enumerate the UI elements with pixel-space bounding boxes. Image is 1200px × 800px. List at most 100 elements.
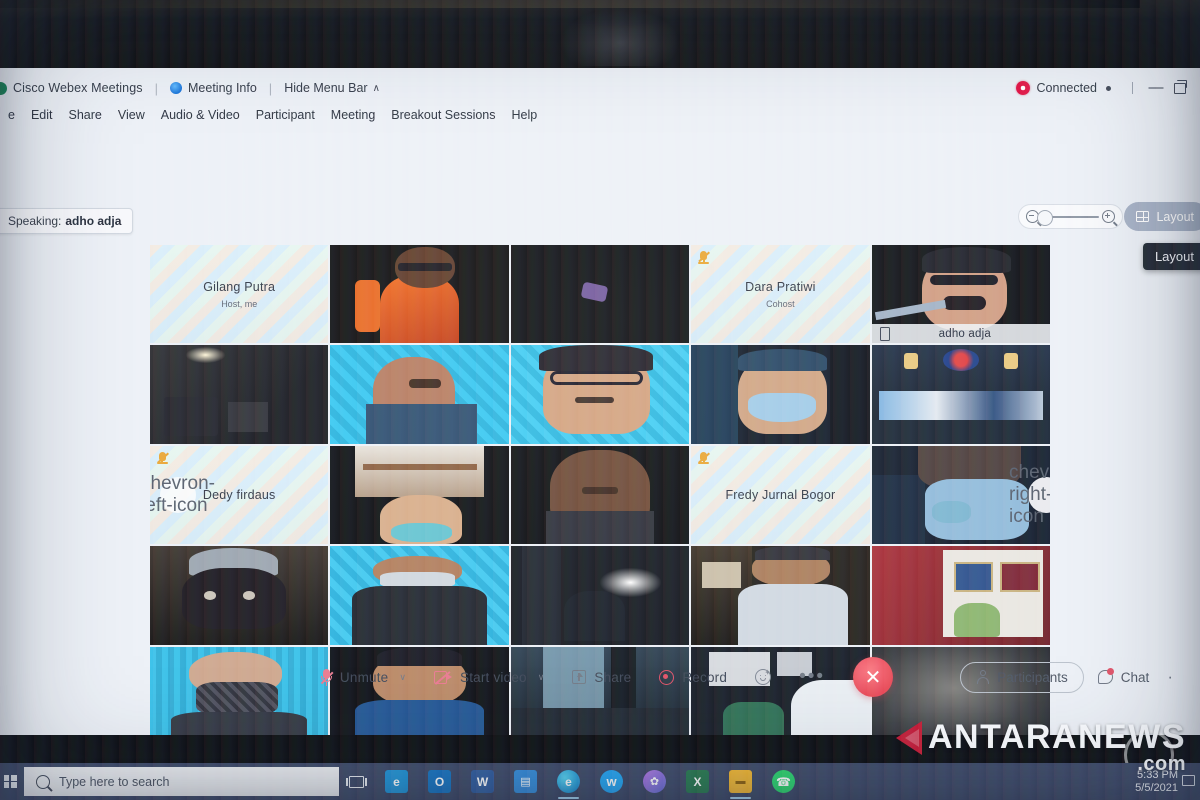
- menu-item-audio-video[interactable]: Audio & Video: [153, 108, 248, 122]
- zoom-in-icon[interactable]: [1102, 210, 1115, 223]
- windows-search-box[interactable]: Type here to search: [24, 767, 339, 796]
- share-button[interactable]: Share: [558, 663, 645, 692]
- hide-menu-bar-button[interactable]: Hide Menu Bar: [284, 81, 367, 95]
- taskbar-app-twitter[interactable]: w: [590, 763, 633, 800]
- muted-mic-icon: [698, 251, 710, 264]
- layout-button[interactable]: Layout: [1124, 202, 1200, 231]
- menu-item-view[interactable]: View: [110, 108, 153, 122]
- taskbar-app-paint-3d[interactable]: ✿: [633, 763, 676, 800]
- chevron-up-icon[interactable]: ∧: [373, 83, 380, 94]
- panel-more-options-button[interactable]: ·: [1167, 667, 1174, 687]
- speaking-label: Speaking:: [8, 214, 62, 228]
- app-title: Cisco Webex Meetings: [13, 81, 143, 95]
- taskbar-app-whatsapp[interactable]: ☎: [762, 763, 805, 800]
- title-divider-2: |: [268, 80, 273, 96]
- taskbar-app-microsoft-edge[interactable]: e: [547, 763, 590, 800]
- video-tile[interactable]: [330, 245, 509, 344]
- taskbar-clock[interactable]: 5:33 PM 5/5/2021: [1135, 763, 1178, 800]
- unmute-button[interactable]: Unmute ∨: [307, 662, 420, 693]
- restore-window-button[interactable]: [1168, 78, 1192, 98]
- video-tile[interactable]: [871, 345, 1050, 444]
- menu-item-participant[interactable]: Participant: [248, 108, 323, 122]
- video-tile[interactable]: [691, 345, 870, 444]
- menu-item-edit[interactable]: Edit: [23, 108, 61, 122]
- record-button[interactable]: Record: [645, 663, 741, 692]
- zoom-slider-control[interactable]: [1018, 204, 1123, 229]
- video-tile[interactable]: [691, 546, 870, 645]
- end-meeting-button[interactable]: ✕: [853, 657, 894, 697]
- zoom-slider-track[interactable]: [1037, 209, 1099, 226]
- recording-status-icon: [1015, 81, 1030, 95]
- tile-name-bar: adho adja: [871, 324, 1050, 344]
- participants-button[interactable]: Participants: [960, 661, 1084, 693]
- participant-name: Gilang Putra: [203, 279, 276, 294]
- chat-notification-badge: [1106, 668, 1114, 675]
- video-tile-dara-pratiwi[interactable]: Dara Pratiwi Cohost: [691, 245, 870, 344]
- video-tile[interactable]: [510, 445, 690, 545]
- panel-controls: Participants Chat ·: [960, 651, 1174, 703]
- video-tile-adho-adja[interactable]: adho adja: [871, 245, 1050, 344]
- chat-button[interactable]: Chat: [1088, 663, 1160, 692]
- participant-role: Host, me: [221, 298, 258, 309]
- task-view-icon: [345, 775, 367, 788]
- screen-glare: [560, 8, 680, 66]
- video-options-chevron-down-icon[interactable]: ∨: [538, 672, 545, 683]
- taskbar-app-excel[interactable]: X: [676, 763, 719, 800]
- search-input[interactable]: Type here to search: [59, 775, 169, 789]
- previous-page-button[interactable]: chevron-left-icon: [150, 473, 215, 516]
- taskbar-app-news[interactable]: ▤: [504, 763, 547, 800]
- clock-time: 5:33 PM: [1137, 768, 1178, 781]
- start-video-button[interactable]: Start video ∨: [420, 663, 558, 692]
- video-tile[interactable]: [510, 345, 690, 444]
- video-tile-gilang-putra[interactable]: Gilang Putra Host, me: [150, 245, 329, 344]
- active-speaker-indicator: Speaking: adho adja: [0, 208, 134, 234]
- video-tile[interactable]: chevron-right-icon: [871, 445, 1050, 545]
- menu-item-help[interactable]: Help: [504, 108, 546, 122]
- menu-item-share[interactable]: Share: [61, 108, 110, 122]
- chat-bubble-icon: [1097, 668, 1114, 684]
- video-tile[interactable]: [150, 345, 329, 444]
- meeting-info-button[interactable]: Meeting Info: [188, 81, 257, 95]
- taskbar-app-internet-explorer[interactable]: e: [375, 763, 418, 800]
- paint-3d-icon: ✿: [643, 770, 666, 793]
- video-tile[interactable]: [510, 546, 690, 645]
- microsoft-edge-icon: e: [557, 770, 580, 793]
- video-tile[interactable]: [150, 546, 329, 645]
- video-tile[interactable]: [510, 245, 690, 344]
- menu-item-breakout-sessions[interactable]: Breakout Sessions: [383, 108, 503, 122]
- participant-role: Cohost: [766, 298, 795, 309]
- video-tile[interactable]: [330, 546, 509, 645]
- next-page-button[interactable]: chevron-right-icon: [1009, 462, 1050, 527]
- menu-item-file[interactable]: e: [0, 108, 23, 122]
- windows-start-icon: [3, 775, 17, 788]
- video-tile-fredy-jurnal-bogor[interactable]: Fredy Jurnal Bogor: [691, 445, 870, 545]
- chat-label: Chat: [1120, 669, 1150, 685]
- zoom-slider-handle[interactable]: [1037, 209, 1053, 226]
- participants-label: Participants: [997, 669, 1068, 685]
- action-center-icon[interactable]: [1182, 775, 1195, 786]
- info-circle-icon: [170, 82, 182, 94]
- windows-start-button[interactable]: [0, 763, 20, 800]
- windows-taskbar: Type here to search e O W ▤ e w ✿ X ▬ ☎ …: [0, 763, 1200, 800]
- task-view-button[interactable]: [339, 763, 373, 800]
- webex-logo-icon: [0, 81, 7, 95]
- video-tile[interactable]: [871, 546, 1050, 645]
- grid-layout-icon: [1136, 211, 1150, 222]
- taskbar-app-word[interactable]: W: [461, 763, 504, 800]
- minimize-button[interactable]: —: [1144, 78, 1168, 98]
- word-icon: W: [471, 770, 494, 793]
- taskbar-app-file-explorer[interactable]: ▬: [719, 763, 762, 800]
- taskbar-app-outlook[interactable]: O: [418, 763, 461, 800]
- menu-bar: e Edit Share View Audio & Video Particip…: [0, 104, 1200, 126]
- webex-application-window: Cisco Webex Meetings | Meeting Info | Hi…: [0, 68, 1200, 735]
- excel-icon: X: [686, 770, 709, 793]
- mobile-device-icon: [879, 326, 890, 341]
- audio-options-chevron-down-icon[interactable]: ∨: [399, 672, 406, 683]
- video-tile[interactable]: [330, 345, 509, 444]
- file-explorer-icon: ▬: [729, 770, 752, 793]
- video-tile-dedy-firdaus[interactable]: chevron-left-icon Dedy firdaus: [150, 445, 329, 545]
- menu-item-meeting[interactable]: Meeting: [323, 108, 383, 122]
- video-tile[interactable]: [330, 445, 509, 545]
- more-options-button[interactable]: •••: [785, 666, 839, 688]
- reactions-button[interactable]: ✦: [741, 662, 785, 692]
